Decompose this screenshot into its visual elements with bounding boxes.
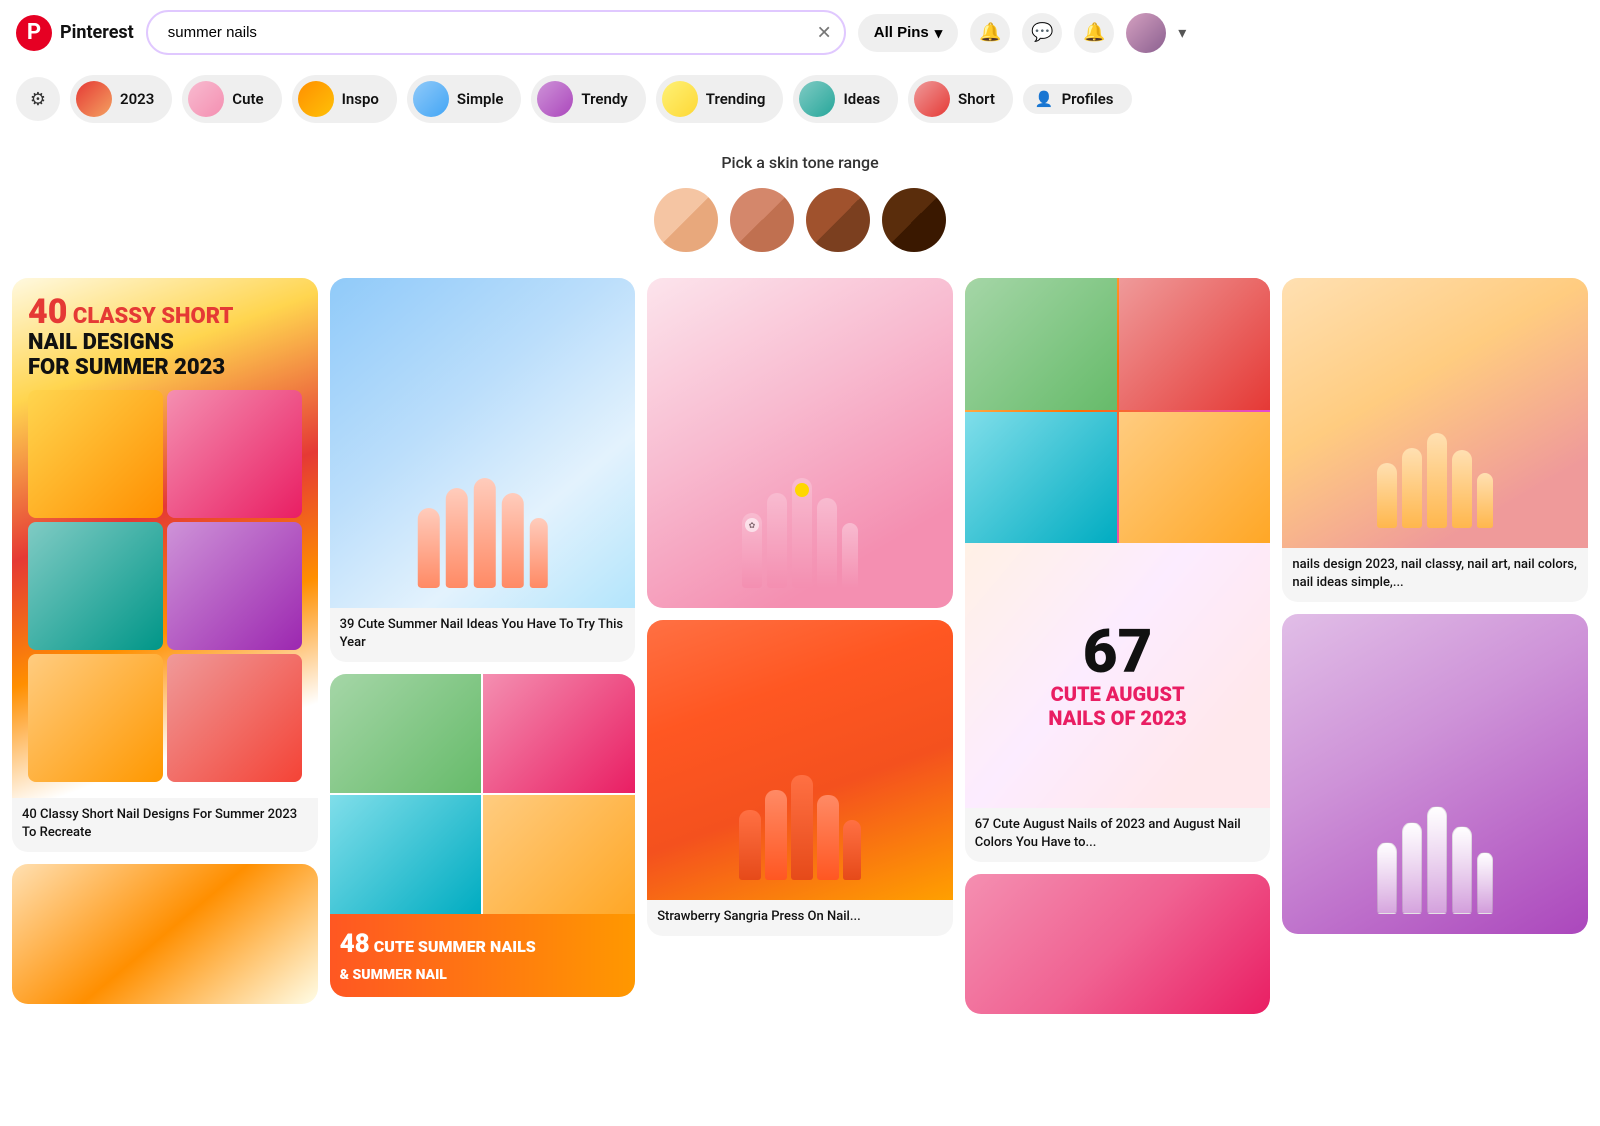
chip-label-2023: 2023 <box>120 90 154 108</box>
search-clear-icon[interactable]: ✕ <box>817 22 832 43</box>
all-pins-button[interactable]: All Pins ▾ <box>858 14 959 52</box>
chip-img-inspo <box>298 81 334 117</box>
skin-tone-dark[interactable] <box>882 188 946 252</box>
chip-label-short: Short <box>958 90 995 108</box>
pin-card-1[interactable]: 40 CLASSY SHORT NAIL DESIGNSFOR SUMMER 2… <box>12 278 318 852</box>
pin-card-4b[interactable] <box>965 874 1271 1014</box>
pin-card-2[interactable]: 39 Cute Summer Nail Ideas You Have To Tr… <box>330 278 636 662</box>
chip-label-simple: Simple <box>457 90 504 108</box>
pin-card-4[interactable]: 67 CUTE AUGUSTNAILS OF 2023 67 Cute Augu… <box>965 278 1271 862</box>
skin-tone-medium[interactable] <box>806 188 870 252</box>
search-input[interactable] <box>146 10 846 55</box>
chip-label-profiles: Profiles <box>1062 90 1114 108</box>
chip-label-ideas: Ideas <box>843 90 880 108</box>
pin-caption-2b: 48 CUTE SUMMER NAILS& SUMMER NAIL <box>330 914 636 997</box>
chip-img-simple <box>413 81 449 117</box>
logo[interactable]: P Pinterest <box>16 15 134 51</box>
bell-icon[interactable]: 🔔 <box>1074 13 1114 53</box>
header-icons: 🔔 💬 🔔 ▾ <box>970 13 1186 53</box>
pin-image-2 <box>330 278 636 608</box>
filter-chip-trending[interactable]: Trending <box>656 75 784 123</box>
chevron-down-icon: ▾ <box>935 24 943 42</box>
skin-tone-options <box>16 188 1584 252</box>
pin-caption-1: 40 Classy Short Nail Designs For Summer … <box>12 798 318 852</box>
pin-caption-3b: Strawberry Sangria Press On Nail... <box>647 900 953 936</box>
pin-image-3: ✿ <box>647 278 953 608</box>
filter-chip-simple[interactable]: Simple <box>407 75 522 123</box>
pin-card-5b[interactable] <box>1282 614 1588 934</box>
filter-chip-2023[interactable]: 2023 <box>70 75 172 123</box>
filter-bar: ⚙ 2023 Cute Inspo Simple Trendy Trending… <box>0 65 1600 133</box>
pin-card-2b[interactable]: 48 CUTE SUMMER NAILS& SUMMER NAIL <box>330 674 636 997</box>
pin-caption-2: 39 Cute Summer Nail Ideas You Have To Tr… <box>330 608 636 662</box>
all-pins-label: All Pins <box>874 24 929 41</box>
chip-label-cute: Cute <box>232 90 263 108</box>
pin-caption-5: nails design 2023, nail classy, nail art… <box>1282 548 1588 602</box>
chip-label-inspo: Inspo <box>342 90 379 108</box>
pin-image-5b <box>1282 614 1588 934</box>
filter-chip-trendy[interactable]: Trendy <box>531 75 645 123</box>
pin-card-5[interactable]: nails design 2023, nail classy, nail art… <box>1282 278 1588 602</box>
chip-label-trending: Trending <box>706 90 766 108</box>
filter-chip-profiles[interactable]: 👤 Profiles <box>1023 84 1132 114</box>
logo-text: Pinterest <box>60 22 134 43</box>
chip-img-trendy <box>537 81 573 117</box>
filter-chip-inspo[interactable]: Inspo <box>292 75 397 123</box>
filter-chip-ideas[interactable]: Ideas <box>793 75 898 123</box>
profiles-person-icon: 👤 <box>1035 90 1054 108</box>
pin-image-2b <box>330 674 636 914</box>
pin-grid: 40 CLASSY SHORT NAIL DESIGNSFOR SUMMER 2… <box>0 262 1600 1030</box>
chip-img-ideas <box>799 81 835 117</box>
header: P Pinterest ✕ All Pins ▾ 🔔 💬 🔔 ▾ <box>0 0 1600 65</box>
skin-tone-medium-light[interactable] <box>730 188 794 252</box>
pin-image-1b <box>12 864 318 1004</box>
filter-settings-button[interactable]: ⚙ <box>16 77 60 121</box>
pin-image-3b <box>647 620 953 900</box>
pin-card-3[interactable]: ✿ <box>647 278 953 608</box>
search-bar-container: ✕ <box>146 10 846 55</box>
pin-image-5 <box>1282 278 1588 548</box>
chip-img-short <box>914 81 950 117</box>
skin-tone-section: Pick a skin tone range <box>0 133 1600 262</box>
pinterest-logo-icon: P <box>16 15 52 51</box>
chip-img-cute <box>188 81 224 117</box>
skin-tone-light[interactable] <box>654 188 718 252</box>
avatar[interactable] <box>1126 13 1166 53</box>
filter-chip-cute[interactable]: Cute <box>182 75 281 123</box>
chip-img-2023 <box>76 81 112 117</box>
chip-img-trending <box>662 81 698 117</box>
pin-image-4b <box>965 874 1271 1014</box>
filter-chip-short[interactable]: Short <box>908 75 1013 123</box>
chip-label-trendy: Trendy <box>581 90 627 108</box>
pin-image-4: 67 CUTE AUGUSTNAILS OF 2023 <box>965 278 1271 808</box>
pin-card-1b[interactable] <box>12 864 318 1004</box>
pin-caption-4: 67 Cute August Nails of 2023 and August … <box>965 808 1271 862</box>
messages-icon[interactable]: 💬 <box>1022 13 1062 53</box>
account-chevron-icon[interactable]: ▾ <box>1178 23 1186 43</box>
pin-image-1: 40 CLASSY SHORT NAIL DESIGNSFOR SUMMER 2… <box>12 278 318 798</box>
notifications-icon[interactable]: 🔔 <box>970 13 1010 53</box>
pin-card-3b[interactable]: Strawberry Sangria Press On Nail... <box>647 620 953 936</box>
skin-tone-title: Pick a skin tone range <box>16 153 1584 172</box>
